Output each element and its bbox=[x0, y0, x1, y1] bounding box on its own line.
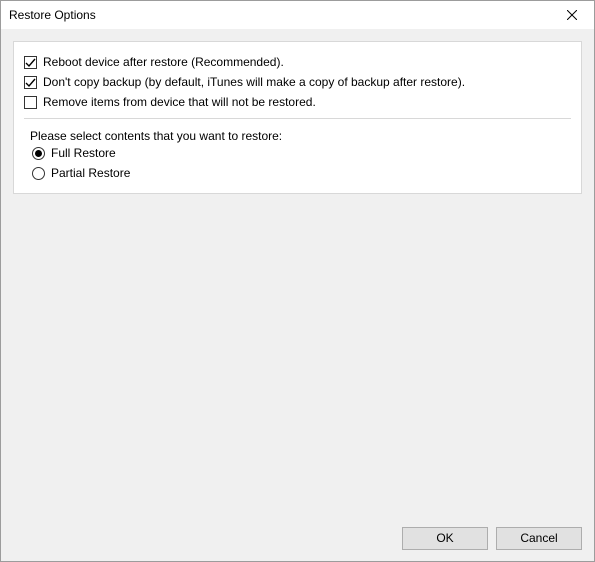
checkbox-row-dont-copy[interactable]: Don't copy backup (by default, iTunes wi… bbox=[24, 72, 571, 92]
checkbox-label: Remove items from device that will not b… bbox=[43, 95, 316, 109]
spacer bbox=[13, 194, 582, 515]
radio-label: Partial Restore bbox=[51, 166, 130, 180]
button-label: OK bbox=[436, 531, 453, 545]
options-panel: Reboot device after restore (Recommended… bbox=[13, 41, 582, 194]
checkbox-label: Don't copy backup (by default, iTunes wi… bbox=[43, 75, 465, 89]
radio-label: Full Restore bbox=[51, 146, 116, 160]
checkmark-icon bbox=[25, 57, 36, 68]
button-bar: OK Cancel bbox=[1, 515, 594, 561]
checkbox-dont-copy[interactable] bbox=[24, 76, 37, 89]
close-icon bbox=[567, 10, 577, 20]
checkbox-remove-items[interactable] bbox=[24, 96, 37, 109]
close-button[interactable] bbox=[550, 1, 594, 29]
restore-prompt: Please select contents that you want to … bbox=[24, 118, 571, 143]
checkbox-row-reboot[interactable]: Reboot device after restore (Recommended… bbox=[24, 52, 571, 72]
radio-row-partial[interactable]: Partial Restore bbox=[24, 163, 571, 183]
radio-partial-restore[interactable] bbox=[32, 167, 45, 180]
checkbox-reboot[interactable] bbox=[24, 56, 37, 69]
restore-options-dialog: Restore Options Reboot device after rest… bbox=[0, 0, 595, 562]
titlebar: Restore Options bbox=[1, 1, 594, 29]
checkbox-label: Reboot device after restore (Recommended… bbox=[43, 55, 284, 69]
window-title: Restore Options bbox=[9, 8, 550, 22]
ok-button[interactable]: OK bbox=[402, 527, 488, 550]
radio-row-full[interactable]: Full Restore bbox=[24, 143, 571, 163]
radio-full-restore[interactable] bbox=[32, 147, 45, 160]
checkmark-icon bbox=[25, 77, 36, 88]
checkbox-row-remove-items[interactable]: Remove items from device that will not b… bbox=[24, 92, 571, 112]
button-label: Cancel bbox=[520, 531, 557, 545]
cancel-button[interactable]: Cancel bbox=[496, 527, 582, 550]
dialog-body: Reboot device after restore (Recommended… bbox=[1, 29, 594, 515]
